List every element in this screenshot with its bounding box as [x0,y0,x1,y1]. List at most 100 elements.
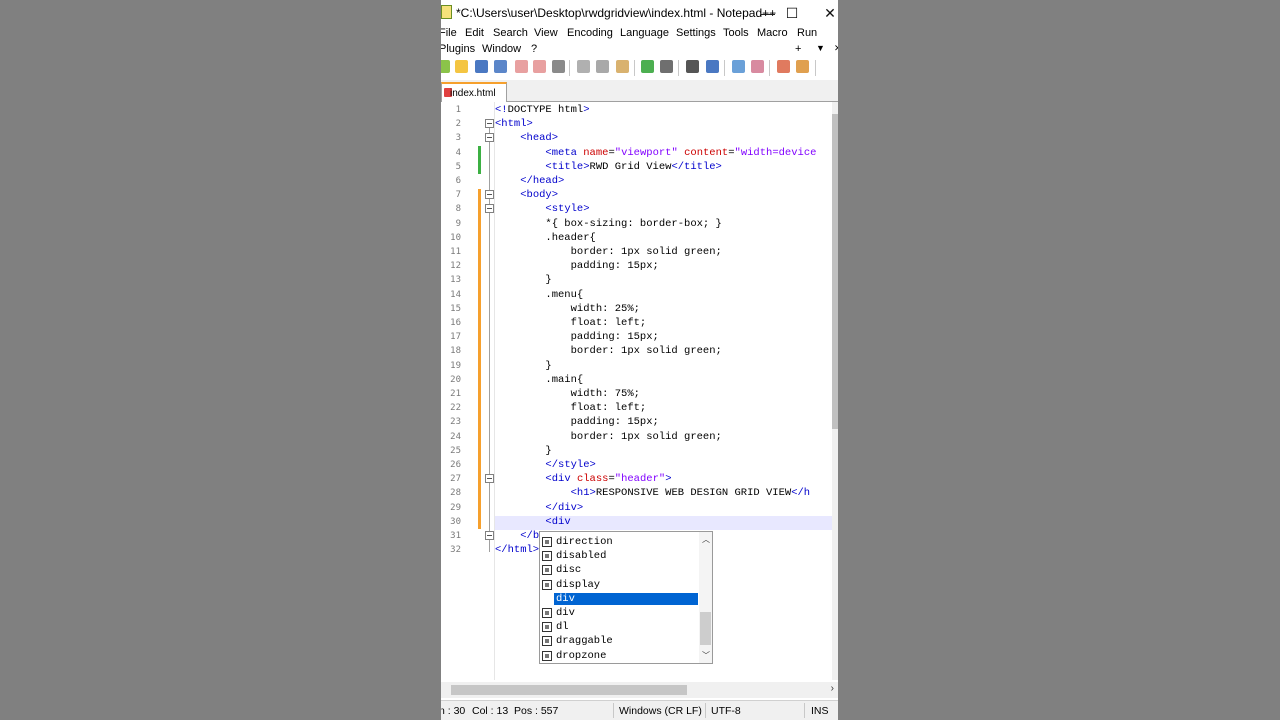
line-number[interactable]: 3 [441,133,461,143]
line-number[interactable]: 8 [441,204,461,214]
autocomplete-item[interactable]: div [540,607,700,621]
menu-search[interactable]: Search [493,27,528,39]
line-number[interactable]: 22 [441,403,461,413]
fold-toggle-icon[interactable] [485,190,494,199]
code-line[interactable]: padding: 15px; [495,260,659,272]
autocomplete-item[interactable]: disc [540,564,700,578]
status-insert-mode[interactable]: INS [811,705,829,717]
line-number[interactable]: 14 [441,290,461,300]
status-encoding[interactable]: UTF-8 [711,705,741,717]
line-number[interactable]: 16 [441,318,461,328]
autocomplete-item[interactable]: dropzone [540,650,700,664]
code-line[interactable]: <div [495,516,570,528]
replace-icon[interactable] [706,60,719,73]
menu-plugins[interactable]: Plugins [441,43,475,55]
fold-toggle-icon[interactable] [485,133,494,142]
save-icon[interactable] [475,60,488,73]
line-number[interactable]: 2 [441,119,461,129]
scroll-right-arrow-icon[interactable]: › [831,683,834,694]
line-number[interactable]: 10 [441,233,461,243]
open-file-icon[interactable] [455,60,468,73]
line-number[interactable]: 28 [441,488,461,498]
new-tab-plus-icon[interactable]: + [795,43,801,55]
autocomplete-item[interactable]: draggable [540,635,700,649]
vertical-scrollbar[interactable] [832,102,838,680]
code-line[interactable]: <meta name="viewport" content="width=dev… [495,147,816,159]
menu-window[interactable]: Window [482,43,521,55]
code-line[interactable]: width: 75%; [495,388,640,400]
code-line[interactable]: <h1>RESPONSIVE WEB DESIGN GRID VIEW</h [495,487,810,499]
menu-file[interactable]: File [441,27,457,39]
close-all-icon[interactable] [533,60,546,73]
line-number[interactable]: 4 [441,148,461,158]
code-line[interactable]: padding: 15px; [495,416,659,428]
line-number[interactable]: 11 [441,247,461,257]
paste-icon[interactable] [616,60,629,73]
vertical-scroll-thumb[interactable] [832,114,838,429]
line-number[interactable]: 12 [441,261,461,271]
code-line[interactable]: float: left; [495,317,647,329]
code-line[interactable]: <style> [495,203,589,215]
fold-toggle-icon[interactable] [485,474,494,483]
save-all-icon[interactable] [494,60,507,73]
code-line[interactable]: <title>RWD Grid View</title> [495,161,721,173]
find-icon[interactable] [686,60,699,73]
autocomplete-scroll-thumb[interactable] [700,612,711,645]
code-line[interactable]: *{ box-sizing: border-box; } [495,218,721,230]
line-number[interactable]: 30 [441,517,461,527]
line-number[interactable]: 23 [441,417,461,427]
line-number[interactable]: 29 [441,503,461,513]
menu-edit[interactable]: Edit [465,27,484,39]
zoom-out-icon[interactable] [751,60,764,73]
autocomplete-item[interactable]: div [540,592,700,607]
autocomplete-item[interactable]: dl [540,621,700,635]
line-number[interactable]: 1 [441,105,461,115]
code-line[interactable]: .main{ [495,374,583,386]
line-number[interactable]: 15 [441,304,461,314]
code-line[interactable]: .header{ [495,232,595,244]
cut-icon[interactable] [577,60,590,73]
line-number[interactable]: 24 [441,432,461,442]
zoom-in-icon[interactable] [732,60,745,73]
redo-icon[interactable] [660,60,673,73]
code-line[interactable]: } [495,445,551,457]
code-line[interactable]: padding: 15px; [495,331,659,343]
tab-index-html[interactable]: index.html [441,82,507,102]
code-line[interactable]: .menu{ [495,289,583,301]
code-line[interactable]: </style> [495,459,595,471]
autocomplete-item[interactable]: disabled [540,550,700,564]
autocomplete-item[interactable]: display [540,579,700,593]
print-icon[interactable] [552,60,565,73]
code-line[interactable]: </head> [495,175,564,187]
maximize-button[interactable]: ☐ [781,4,803,22]
line-number[interactable]: 9 [441,219,461,229]
menu-help[interactable]: ? [531,43,537,55]
menu-encoding[interactable]: Encoding [567,27,613,39]
menu-macro[interactable]: Macro [757,27,788,39]
code-line[interactable]: <!DOCTYPE html> [495,104,590,116]
scroll-up-icon[interactable]: ︿ [702,534,710,545]
line-number[interactable]: 19 [441,361,461,371]
sync-scroll-icon[interactable] [777,60,790,73]
line-number[interactable]: 31 [441,531,461,541]
autocomplete-scrollbar[interactable]: ︿ ﹀ [699,532,712,663]
line-number[interactable]: 20 [441,375,461,385]
fold-toggle-icon[interactable] [485,204,494,213]
menu-settings[interactable]: Settings [676,27,716,39]
code-line[interactable]: <div class="header"> [495,473,671,485]
minimize-button[interactable]: — [757,4,779,22]
fold-toggle-icon[interactable] [485,531,494,540]
autocomplete-item[interactable]: direction [540,536,700,550]
code-line[interactable]: width: 25%; [495,303,640,315]
line-number[interactable]: 21 [441,389,461,399]
line-number[interactable]: 18 [441,346,461,356]
menu-run[interactable]: Run [797,27,817,39]
menu-view[interactable]: View [534,27,558,39]
close-button[interactable]: ✕ [819,4,838,22]
code-line[interactable]: } [495,274,551,286]
code-line[interactable]: border: 1px solid green; [495,431,722,443]
line-number[interactable]: 7 [441,190,461,200]
line-number[interactable]: 17 [441,332,461,342]
horizontal-scroll-thumb[interactable] [451,685,687,695]
undo-icon[interactable] [641,60,654,73]
